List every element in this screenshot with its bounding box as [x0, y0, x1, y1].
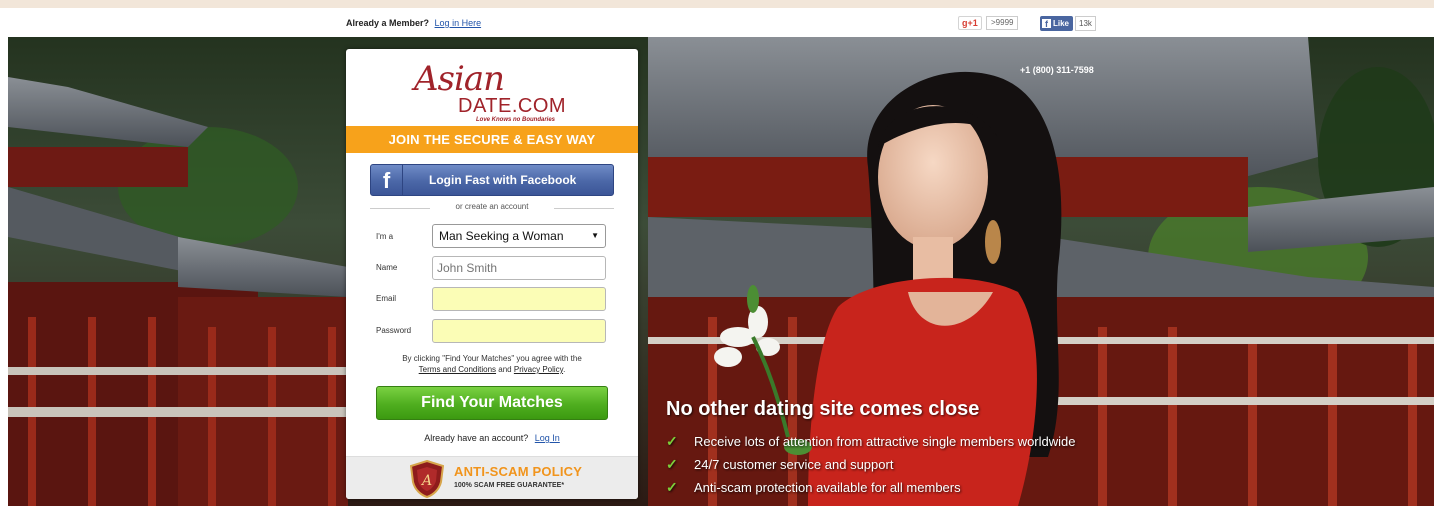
logo-tagline: Love Knows no Boundaries: [476, 117, 556, 123]
facebook-like-count: 13k: [1075, 16, 1096, 31]
seeking-select-value: Man Seeking a Woman: [439, 229, 564, 243]
create-account-divider: or create an account: [370, 202, 614, 214]
join-banner: JOIN THE SECURE & EASY WAY: [346, 126, 638, 153]
anti-scam-title: ANTI-SCAM POLICY: [454, 464, 583, 479]
password-label: Password: [376, 326, 412, 335]
name-input[interactable]: [432, 256, 606, 280]
privacy-link[interactable]: Privacy Policy: [514, 365, 563, 374]
divider-text: or create an account: [455, 202, 529, 211]
seeking-select[interactable]: Man Seeking a Woman ▼: [432, 224, 606, 248]
already-text: Already have an account?: [424, 433, 529, 443]
feature-list: ✓ Receive lots of attention from attracti…: [666, 433, 1076, 502]
facebook-icon: f: [371, 165, 403, 195]
hero-background: +1 (800) 311-7598 No other dating site c…: [8, 37, 1434, 506]
divider-line: [554, 208, 614, 209]
feature-item: ✓ 24/7 customer service and support: [666, 456, 1076, 479]
logo-main-text: DATE.COM: [458, 95, 567, 117]
feature-text: Receive lots of attention from attractiv…: [694, 434, 1076, 449]
phone-number: +1 (800) 311-7598: [1020, 65, 1094, 75]
checkmark-icon: ✓: [666, 479, 678, 495]
member-text: Already a Member?: [346, 18, 430, 28]
site-logo[interactable]: Asian DATE.COM Love Knows no Boundaries: [406, 55, 576, 123]
google-plus-button[interactable]: g+1: [958, 16, 982, 30]
checkmark-icon: ✓: [666, 433, 678, 449]
terms-suffix: .: [563, 365, 566, 374]
terms-and: and: [498, 365, 512, 374]
hero-headline: No other dating site comes close: [666, 398, 980, 420]
shield-icon: A: [410, 460, 444, 498]
login-link[interactable]: Log In: [535, 433, 560, 443]
feature-item: ✓ Anti-scam protection available for all …: [666, 479, 1076, 502]
checkmark-icon: ✓: [666, 456, 678, 472]
feature-text: Anti-scam protection available for all m…: [694, 480, 961, 495]
member-prompt: Already a Member? Log in Here: [346, 18, 481, 28]
email-label: Email: [376, 294, 397, 303]
anti-scam-subtitle: 100% SCAM FREE GUARANTEE*: [454, 482, 565, 489]
email-input[interactable]: [432, 287, 606, 311]
terms-link[interactable]: Terms and Conditions: [419, 365, 496, 374]
facebook-like-button[interactable]: f Like: [1040, 16, 1074, 31]
anti-scam-banner[interactable]: A ANTI-SCAM POLICY 100% SCAM FREE GUARAN…: [346, 456, 638, 499]
top-accent-strip: [0, 0, 1434, 8]
im-a-label: I'm a: [376, 232, 394, 241]
svg-text:A: A: [420, 473, 432, 489]
password-input[interactable]: [432, 319, 606, 343]
logo-script-text: Asian: [414, 59, 505, 99]
feature-item: ✓ Receive lots of attention from attracti…: [666, 433, 1076, 456]
terms-notice: By clicking "Find Your Matches" you agre…: [346, 353, 638, 375]
feature-text: 24/7 customer service and support: [694, 457, 894, 472]
existing-account-prompt: Already have an account? Log In: [346, 433, 638, 443]
facebook-login-label: Login Fast with Facebook: [429, 173, 577, 187]
top-bar: Already a Member? Log in Here g+1 >9999 …: [0, 8, 1434, 37]
facebook-like-label: Like: [1053, 19, 1070, 28]
signup-panel: Asian DATE.COM Love Knows no Boundaries …: [346, 49, 638, 499]
dropdown-arrow-icon: ▼: [591, 231, 599, 240]
find-matches-button[interactable]: Find Your Matches: [376, 386, 608, 420]
google-plus-count: >9999: [986, 16, 1019, 30]
divider-line: [370, 208, 430, 209]
login-here-link[interactable]: Log in Here: [435, 18, 482, 28]
name-label: Name: [376, 263, 398, 272]
facebook-login-button[interactable]: f Login Fast with Facebook: [370, 164, 614, 196]
facebook-icon: f: [1042, 19, 1051, 29]
terms-prefix: By clicking "Find Your Matches" you agre…: [402, 354, 582, 363]
